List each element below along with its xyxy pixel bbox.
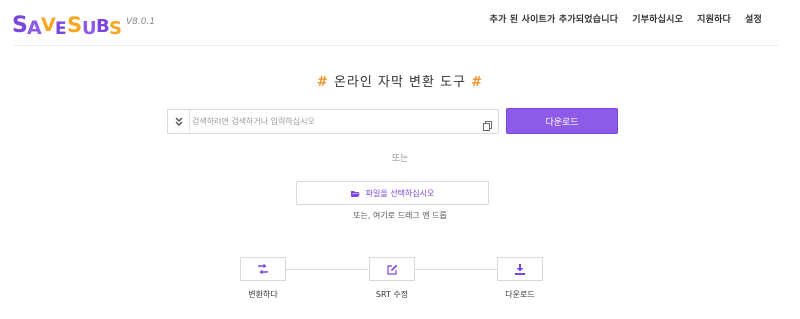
title-hash-left: # bbox=[316, 75, 329, 90]
nav-support[interactable]: 지원하다 bbox=[697, 12, 731, 25]
svg-text:E: E bbox=[55, 19, 67, 38]
svg-text:A: A bbox=[27, 17, 42, 38]
savesubs-logo-icon: S A V E S U B S bbox=[12, 13, 122, 38]
step-edit bbox=[369, 257, 415, 281]
step-download-label: 다운로드 bbox=[505, 290, 535, 299]
download-icon bbox=[515, 263, 525, 275]
paste-icon[interactable] bbox=[483, 116, 492, 135]
edit-icon bbox=[386, 264, 397, 275]
svg-text:S: S bbox=[12, 13, 28, 38]
savesubs-logo[interactable]: S A V E S U B S bbox=[12, 8, 122, 38]
svg-text:V: V bbox=[41, 14, 56, 36]
page-title-text: 온라인 자막 변환 도구 bbox=[333, 75, 467, 90]
top-nav: 추가 된 사이트가 추가되었습니다 기부하십시오 지원하다 설정 bbox=[489, 12, 762, 25]
search-box bbox=[167, 109, 499, 134]
svg-text:B: B bbox=[96, 16, 110, 37]
search-input[interactable] bbox=[192, 110, 472, 133]
page-title: # 온라인 자막 변환 도구 # bbox=[0, 71, 800, 90]
nav-settings[interactable]: 설정 bbox=[745, 12, 762, 25]
convert-icon bbox=[258, 264, 268, 274]
chevron-down-icon[interactable] bbox=[168, 110, 190, 133]
step-convert-label: 변환하다 bbox=[248, 290, 278, 299]
choose-file-label: 파일을 선택하십시오 bbox=[365, 188, 435, 198]
download-button[interactable]: 다운로드 bbox=[506, 108, 618, 134]
step-download bbox=[497, 257, 543, 281]
svg-text:S: S bbox=[109, 18, 122, 38]
svg-text:S: S bbox=[67, 13, 82, 37]
step-connector bbox=[286, 269, 368, 270]
version-label: V8.0.1 bbox=[126, 17, 156, 27]
step-convert bbox=[240, 257, 286, 281]
or-separator: 또는 bbox=[391, 154, 409, 164]
folder-open-icon bbox=[350, 190, 360, 197]
nav-donate[interactable]: 기부하십시오 bbox=[632, 12, 683, 25]
title-hash-right: # bbox=[471, 75, 484, 90]
drag-drop-hint: 또는, 여기로 드래그 앤 드롭 bbox=[353, 211, 447, 220]
header: S A V E S U B S V8.0.1 추가 된 사이트가 추가되었습니다… bbox=[0, 0, 800, 46]
nav-added-sites[interactable]: 추가 된 사이트가 추가되었습니다 bbox=[489, 12, 618, 25]
header-divider bbox=[14, 45, 778, 46]
step-edit-label: SRT 수정 bbox=[375, 290, 409, 299]
step-connector bbox=[415, 269, 497, 270]
choose-file-button[interactable]: 파일을 선택하십시오 bbox=[296, 181, 489, 205]
svg-text:U: U bbox=[82, 18, 97, 38]
